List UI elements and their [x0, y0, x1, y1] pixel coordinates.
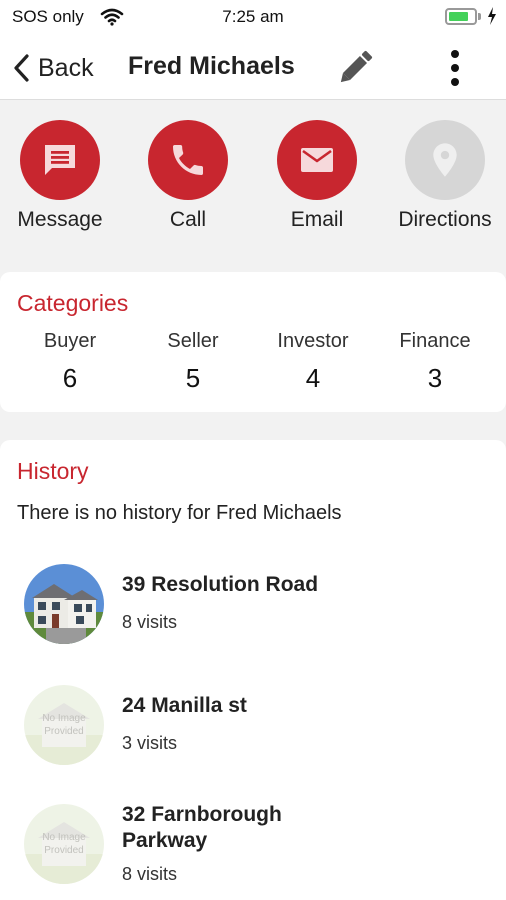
no-image-placeholder-image: No Image Provided	[24, 685, 104, 765]
email-icon-circle	[277, 120, 357, 200]
battery-cap	[478, 13, 481, 20]
message-icon	[45, 145, 75, 175]
categories-title: Categories	[17, 290, 129, 316]
no-image-placeholder: No Image Provided	[24, 685, 104, 765]
categories-card: Categories Buyer 6 Seller 5 Investor 4 F…	[0, 272, 506, 412]
battery-level	[449, 12, 469, 21]
chevron-left-icon	[14, 54, 29, 82]
no-image-placeholder: No Image Provided	[24, 804, 104, 884]
address-line: 39 Resolution Road	[122, 573, 319, 596]
category-label: Buyer	[43, 330, 97, 352]
category-count: 5	[185, 363, 201, 393]
address-line: 32 Farnborough	[122, 803, 282, 826]
back-label: Back	[38, 53, 94, 82]
history-item[interactable]: 39 Resolution Road 8 visits	[0, 562, 506, 662]
message-icon-circle	[20, 120, 100, 200]
category-seller[interactable]: Seller 5	[133, 330, 253, 394]
more-options-button[interactable]	[440, 46, 470, 90]
property-address: 24 Manilla st	[122, 693, 247, 719]
phone-icon	[173, 145, 203, 175]
directions-label: Directions	[398, 208, 492, 231]
property-address: 32 Farnborough Parkway	[122, 802, 282, 854]
category-buyer[interactable]: Buyer 6	[10, 330, 130, 394]
status-bar: SOS only 7:25 am	[0, 0, 506, 34]
clock: 7:25 am	[222, 7, 284, 26]
placeholder-line: Provided	[44, 845, 83, 856]
category-count: 3	[427, 363, 443, 393]
category-label: Finance	[399, 330, 471, 352]
house-photo-image	[24, 564, 104, 644]
page-title: Fred Michaels	[128, 52, 295, 80]
category-finance[interactable]: Finance 3	[375, 330, 495, 394]
placeholder-line: No Image	[42, 832, 86, 843]
directions-icon-circle	[405, 120, 485, 200]
address-line: 24 Manilla st	[122, 694, 247, 717]
placeholder-line: Provided	[44, 726, 83, 737]
property-photo	[24, 564, 104, 644]
email-label: Email	[290, 208, 344, 231]
back-button[interactable]: Back	[12, 50, 94, 86]
visit-count: 8 visits	[122, 612, 178, 632]
category-investor[interactable]: Investor 4	[253, 330, 373, 394]
pencil-icon	[340, 50, 373, 83]
address-line: Parkway	[122, 829, 208, 852]
message-button[interactable]: Message	[0, 120, 120, 232]
no-image-placeholder-image: No Image Provided	[24, 804, 104, 884]
history-card: History There is no history for Fred Mic…	[0, 440, 506, 900]
category-label: Seller	[167, 330, 219, 352]
edit-button[interactable]	[333, 46, 377, 90]
property-address: 39 Resolution Road	[122, 572, 318, 598]
call-icon-circle	[148, 120, 228, 200]
category-label: Investor	[277, 330, 349, 352]
category-count: 4	[305, 363, 321, 393]
directions-button[interactable]: Directions	[385, 120, 505, 232]
call-label: Call	[169, 208, 207, 231]
more-vertical-icon	[451, 50, 459, 86]
history-title: History	[17, 458, 89, 484]
quick-actions: Message Call Email Directions	[0, 100, 506, 262]
call-button[interactable]: Call	[128, 120, 248, 232]
battery-icon	[445, 8, 477, 25]
history-item[interactable]: No Image Provided 24 Manilla st 3 visits	[0, 683, 506, 783]
email-icon	[301, 148, 333, 172]
category-count: 6	[62, 363, 78, 393]
email-button[interactable]: Email	[257, 120, 377, 232]
history-empty-message: There is no history for Fred Michaels	[17, 502, 342, 524]
history-item[interactable]: No Image Provided 32 Farnborough Parkway…	[0, 802, 506, 900]
placeholder-line: No Image	[42, 713, 86, 724]
visit-count: 8 visits	[122, 864, 178, 884]
message-label: Message	[17, 208, 103, 231]
charging-bolt-icon	[488, 7, 496, 25]
location-pin-icon	[433, 143, 457, 177]
nav-bar: Back Fred Michaels	[0, 34, 506, 100]
visit-count: 3 visits	[122, 733, 178, 753]
